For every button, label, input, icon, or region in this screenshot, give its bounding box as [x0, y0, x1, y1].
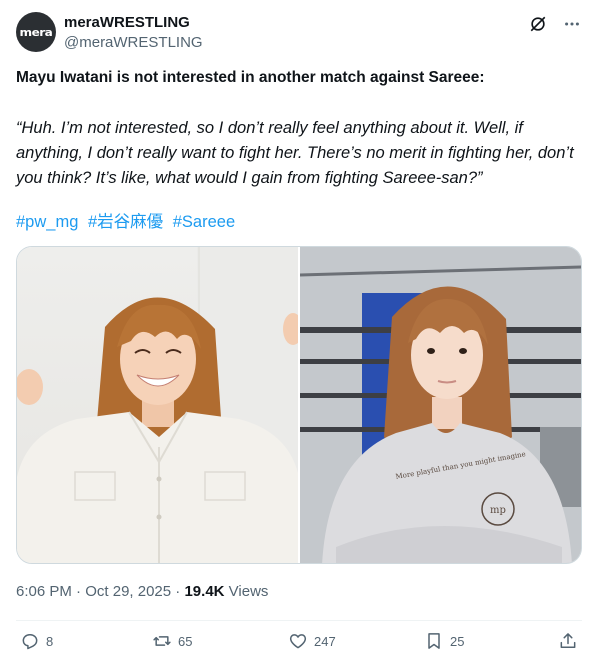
photo-illustration — [17, 247, 298, 563]
more-icon[interactable] — [562, 14, 582, 34]
repost-button[interactable]: 65 — [152, 631, 192, 651]
account-names[interactable]: meraWRESTLING @meraWRESTLING — [64, 13, 203, 53]
reply-count: 8 — [46, 633, 54, 649]
post-meta: 6:06 PM · Oct 29, 2025 · 19.4K Views — [16, 582, 268, 602]
meta-separator: · — [76, 583, 82, 600]
post-date[interactable]: Oct 29, 2025 — [85, 583, 171, 600]
post-quote: “Huh. I’m not interested, so I don’t rea… — [16, 119, 574, 187]
share-button[interactable] — [558, 631, 578, 651]
reply-icon — [22, 634, 38, 650]
hashtag-link[interactable]: #Sareee — [173, 213, 235, 231]
repost-count: 65 — [178, 633, 193, 649]
header-actions — [528, 14, 582, 34]
bookmark-count: 25 — [450, 633, 465, 649]
avatar-text: mera — [19, 25, 53, 39]
views-label: Views — [228, 583, 269, 600]
display-name[interactable]: meraWRESTLING — [64, 13, 203, 33]
bookmark-button[interactable]: 25 — [424, 631, 464, 651]
hashtag-link[interactable]: #岩谷麻優 — [88, 213, 163, 231]
shirt-logo: mp — [490, 505, 506, 516]
media-grid: More playful than you might imagine mp — [16, 246, 582, 564]
photo-illustration: More playful than you might imagine mp — [300, 247, 581, 563]
like-button[interactable]: 247 — [288, 631, 336, 651]
views-count: 19.4K — [184, 583, 225, 600]
photo-serious-wrestler[interactable]: More playful than you might imagine mp — [300, 247, 581, 563]
meta-separator: · — [175, 583, 181, 600]
bookmark-icon — [428, 633, 440, 649]
handle[interactable]: @meraWRESTLING — [64, 33, 203, 53]
share-icon — [560, 633, 576, 648]
grok-icon[interactable] — [528, 14, 548, 34]
post-header: mera meraWRESTLING @meraWRESTLING — [16, 12, 582, 56]
hashtag-list: #pw_mg #岩谷麻優 #Sareee — [16, 211, 240, 233]
like-count: 247 — [314, 633, 336, 649]
heart-icon — [289, 634, 307, 649]
retweet-icon — [153, 636, 171, 646]
reply-button[interactable]: 8 — [20, 631, 53, 651]
avatar[interactable]: mera — [16, 12, 56, 52]
hashtag-link[interactable]: #pw_mg — [16, 213, 78, 231]
post-time[interactable]: 6:06 PM — [16, 583, 72, 600]
action-bar: 8 65 247 25 — [16, 620, 582, 664]
post-headline: Mayu Iwatani is not interested in anothe… — [16, 69, 485, 86]
photo-smiling-wrestler[interactable] — [17, 247, 298, 563]
